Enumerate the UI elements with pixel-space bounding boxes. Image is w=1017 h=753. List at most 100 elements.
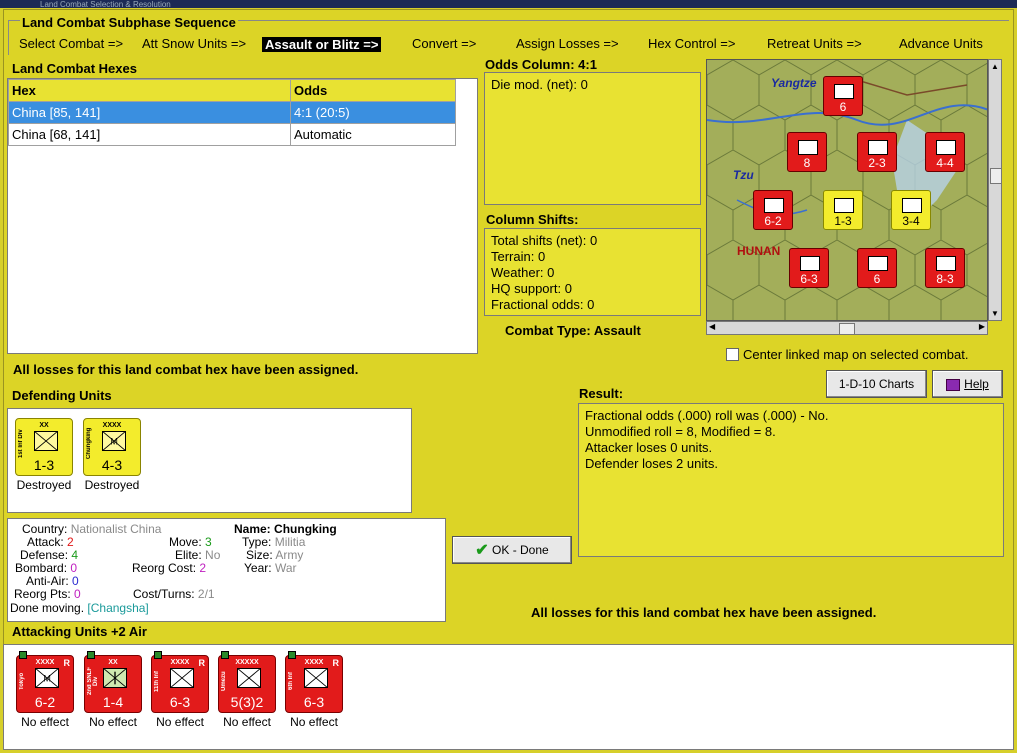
info-country: Country: Nationalist China — [22, 522, 162, 536]
step-retreat-units[interactable]: Retreat Units => — [767, 36, 862, 51]
result-line: Fractional odds (.000) roll was (.000) -… — [585, 408, 829, 423]
hexes-table: Hex Odds China [85, 141] 4:1 (20:5) Chin… — [8, 79, 456, 146]
step-att-snow-units[interactable]: Att Snow Units => — [142, 36, 246, 51]
charts-button[interactable]: 1-D-10 Charts — [826, 370, 927, 398]
hex-cell[interactable]: China [68, 141] — [8, 123, 291, 146]
combat-type-label: Combat Type: — [505, 323, 591, 338]
defending-unit-status: Destroyed — [16, 478, 72, 492]
info-cost-turns: Cost/Turns: 2/1 — [133, 587, 215, 601]
scroll-thumb[interactable] — [839, 323, 855, 335]
map-counter[interactable]: 8-3 — [925, 248, 965, 288]
infantry-icon — [237, 668, 261, 688]
hexes-header-odds[interactable]: Odds — [290, 79, 456, 102]
table-row[interactable]: China [68, 141] Automatic — [8, 123, 456, 146]
marine-anchor-icon — [103, 668, 127, 688]
sequence-title: Land Combat Subphase Sequence — [20, 15, 238, 30]
odds-cell[interactable]: Automatic — [290, 123, 456, 146]
map-label-hunan: HUNAN — [737, 244, 781, 258]
info-size: Size: Army — [246, 548, 304, 562]
unit-symbol-icon — [902, 198, 922, 213]
map-counter[interactable]: 6 — [857, 248, 897, 288]
info-antiair: Anti-Air: 0 — [26, 574, 79, 588]
hexes-title: Land Combat Hexes — [12, 61, 137, 76]
defending-unit-counter[interactable]: XX 1st Inf Div 1-3 — [15, 418, 73, 476]
defending-unit-status: Destroyed — [84, 478, 140, 492]
map-counter[interactable]: 6 — [823, 76, 863, 116]
step-assault-or-blitz[interactable]: Assault or Blitz => — [262, 37, 382, 52]
result-line: Defender loses 2 units. — [585, 456, 718, 471]
unit-symbol-icon — [764, 198, 784, 213]
die-mod: Die mod. (net): 0 — [491, 77, 588, 92]
step-assign-losses[interactable]: Assign Losses => — [516, 36, 619, 51]
attacking-unit-status: No effect — [290, 715, 338, 729]
scroll-up-icon[interactable]: ▲ — [991, 62, 999, 71]
attacking-unit-counter[interactable]: XXXX R 6th Inf 6-3 — [285, 651, 343, 713]
hex-cell[interactable]: China [85, 141] — [8, 101, 291, 124]
shift-weather: Weather: 0 — [491, 265, 555, 280]
odds-cell[interactable]: 4:1 (20:5) — [290, 101, 456, 124]
scroll-right-icon[interactable]: ▶ — [979, 322, 985, 331]
shifts-title: Column Shifts: — [486, 212, 579, 227]
shift-total: Total shifts (net): 0 — [491, 233, 598, 248]
scroll-thumb[interactable] — [990, 168, 1002, 184]
scroll-down-icon[interactable]: ▼ — [991, 309, 999, 318]
shift-hq-support: HQ support: 0 — [491, 281, 572, 296]
step-convert[interactable]: Convert => — [412, 36, 476, 51]
step-advance-units[interactable]: Advance Units — [899, 36, 983, 51]
attacking-unit-status: No effect — [89, 715, 137, 729]
center-map-checkbox[interactable] — [726, 348, 739, 361]
ok-done-button[interactable]: ✔ OK - Done — [452, 536, 572, 564]
help-book-icon — [946, 378, 961, 391]
map-counter[interactable]: 3-4 — [891, 190, 931, 230]
map-counter[interactable]: 8 — [787, 132, 827, 172]
info-defense: Defense: 4 — [20, 548, 79, 562]
attacking-title: Attacking Units +2 Air — [12, 624, 147, 639]
shift-terrain: Terrain: 0 — [491, 249, 546, 264]
defending-panel: XX 1st Inf Div 1-3 Destroyed XXXX Chungk… — [7, 408, 412, 513]
losses-message-bottom: All losses for this land combat hex have… — [531, 605, 877, 620]
map-label-yangtze: Yangtze — [771, 76, 817, 90]
map-horizontal-scrollbar[interactable]: ◀ ▶ — [706, 321, 988, 335]
attacking-unit-counter[interactable]: XX 2nd SNLF Div 1-4 — [84, 651, 142, 713]
attacking-unit-counter[interactable]: XXXX R Tokyo M 6-2 — [16, 651, 74, 713]
info-done-moving: Done moving. [Changsha] — [10, 601, 149, 615]
attacking-unit-counter[interactable]: XXXXX Umezu 5(3)2 — [218, 651, 276, 713]
info-reorg-cost: Reorg Cost: 2 — [132, 561, 207, 575]
step-hex-control[interactable]: Hex Control => — [648, 36, 735, 51]
map-counter[interactable]: 6-3 — [789, 248, 829, 288]
map-counter[interactable]: 1-3 — [823, 190, 863, 230]
attacking-unit-status: No effect — [156, 715, 204, 729]
infantry-icon — [34, 431, 58, 451]
defending-unit-counter[interactable]: XXXX Chungking M 4-3 — [83, 418, 141, 476]
air-unit-icon — [798, 140, 818, 155]
air-unit-icon — [834, 84, 854, 99]
shifts-panel: Total shifts (net): 0 Terrain: 0 Weather… — [484, 228, 701, 316]
table-row[interactable]: China [85, 141] 4:1 (20:5) — [8, 101, 456, 124]
info-reorg-pts: Reorg Pts: 0 — [14, 587, 81, 601]
step-select-combat[interactable]: Select Combat => — [19, 36, 123, 51]
help-button[interactable]: Help — [932, 370, 1003, 398]
scroll-left-icon[interactable]: ◀ — [709, 322, 715, 331]
map-counter[interactable]: 4-4 — [925, 132, 965, 172]
result-title: Result: — [579, 386, 624, 401]
hexes-header-hex[interactable]: Hex — [8, 79, 291, 102]
map-counter[interactable]: 6-2 — [753, 190, 793, 230]
check-icon: ✔ — [475, 541, 489, 559]
militia-icon: M — [35, 668, 59, 688]
attacking-unit-counter[interactable]: XXXX R 11th Inf 6-3 — [151, 651, 209, 713]
odds-panel: Die mod. (net): 0 — [484, 72, 701, 205]
unit-symbol-icon — [800, 256, 820, 271]
air-unit-icon — [868, 256, 888, 271]
result-line: Unmodified roll = 8, Modified = 8. — [585, 424, 776, 439]
combat-type: Combat Type: Assault — [505, 323, 641, 338]
attacking-unit-status: No effect — [21, 715, 69, 729]
unit-symbol-icon — [936, 256, 956, 271]
window-titlebar: Land Combat Selection & Resolution — [0, 0, 1017, 9]
help-label: Help — [964, 377, 989, 391]
map-counter[interactable]: 2-3 — [857, 132, 897, 172]
shift-fractional: Fractional odds: 0 — [491, 297, 595, 312]
linked-map[interactable]: Yangtze Tzu HUNAN 6 8 2-3 4-4 6-2 1-3 3-… — [706, 59, 988, 321]
window-title: Land Combat Selection & Resolution — [40, 0, 171, 9]
map-vertical-scrollbar[interactable]: ▲ ▼ — [988, 59, 1002, 321]
unit-info-panel: Country: Nationalist China Attack: 2 Def… — [7, 518, 446, 622]
